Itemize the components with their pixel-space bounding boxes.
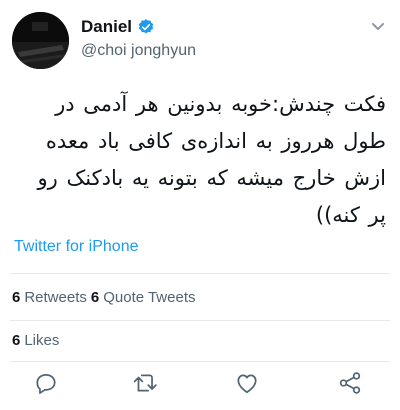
author-name-row: Daniel xyxy=(81,17,155,37)
like-icon[interactable] xyxy=(234,370,260,396)
retweet-stats-row: 6 Retweets 6 Quote Tweets xyxy=(12,289,196,306)
share-icon[interactable] xyxy=(337,370,363,396)
likes-count: 6 xyxy=(12,332,21,349)
divider xyxy=(10,273,390,274)
likes-label: Likes xyxy=(24,332,60,349)
more-options-icon[interactable] xyxy=(368,16,388,36)
author-name[interactable]: Daniel xyxy=(81,17,132,37)
reply-icon[interactable] xyxy=(33,370,59,396)
quote-tweets-stat[interactable]: 6 Quote Tweets xyxy=(91,289,196,306)
avatar-photo xyxy=(12,12,69,69)
action-bar xyxy=(0,370,400,396)
retweets-stat[interactable]: 6 Retweets xyxy=(12,289,87,306)
tweet-text: فکت چندش:خوبه بدونین هر آدمی در طول هررو… xyxy=(37,92,387,227)
retweets-label: Retweets xyxy=(24,289,87,306)
author-handle[interactable]: @choi jonghyun xyxy=(81,42,196,60)
quote-tweets-label: Quote Tweets xyxy=(103,289,196,306)
retweets-count: 6 xyxy=(12,289,21,306)
avatar[interactable] xyxy=(12,12,69,69)
divider xyxy=(10,320,390,321)
verified-badge-icon xyxy=(137,18,155,36)
quote-tweets-count: 6 xyxy=(90,289,100,306)
retweet-icon[interactable] xyxy=(132,370,158,396)
likes-stats-row: 6 Likes xyxy=(12,332,59,349)
divider xyxy=(10,361,390,362)
likes-stat[interactable]: 6 Likes xyxy=(12,332,59,349)
tweet-source-link[interactable]: Twitter for iPhone xyxy=(14,238,139,256)
